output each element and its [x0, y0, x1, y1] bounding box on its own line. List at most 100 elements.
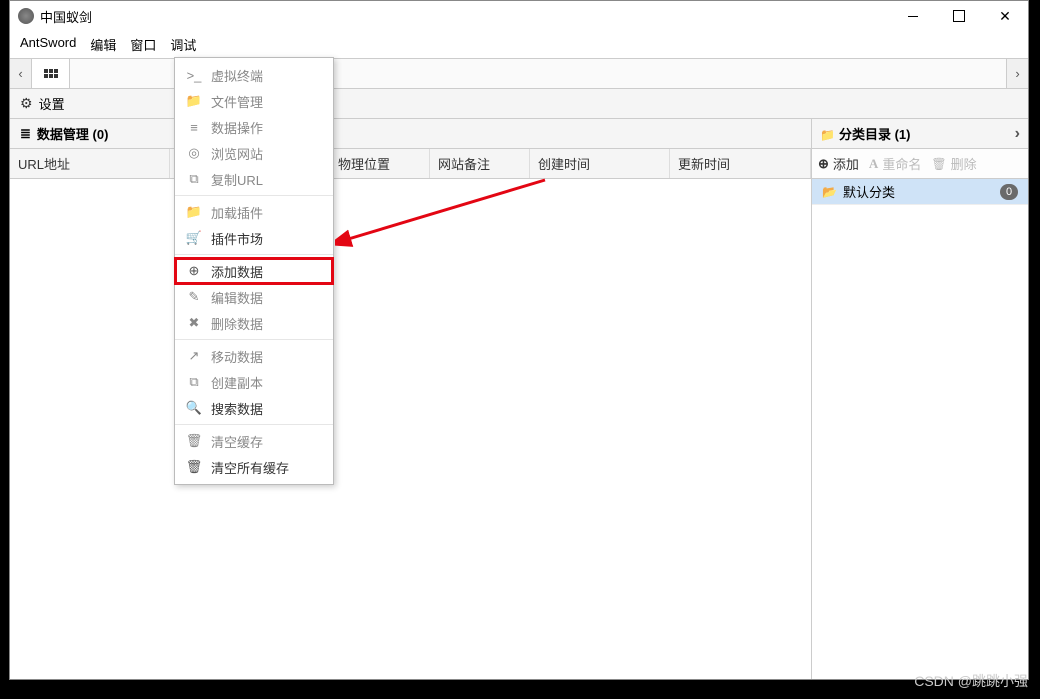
th-updated[interactable]: 更新时间 — [670, 149, 811, 178]
ctx-icon: 🔍 — [187, 400, 201, 416]
menu-window[interactable]: 窗口 — [130, 35, 156, 54]
ctx-icon: ⊕ — [187, 263, 201, 279]
ctx-icon: ↗ — [187, 348, 201, 364]
ctx-separator — [175, 254, 333, 255]
context-menu: >_ 虚拟终端 📁 文件管理 ≡ 数据操作 ◎ 浏览网站 ⧉ 复制URL 📁 加载插件 🛒 插件市场 ⊕ 添加… — [174, 57, 334, 485]
tabstrip: ‹ › — [10, 59, 1028, 89]
category-delete-button[interactable]: 删除 — [931, 154, 976, 173]
menu-edit[interactable]: 编辑 — [90, 35, 116, 54]
tab-home[interactable] — [32, 59, 70, 88]
rename-icon — [869, 156, 878, 172]
tab-scroll-left[interactable]: ‹ — [10, 59, 32, 88]
ctx-item-编辑数据[interactable]: ✎ 编辑数据 — [175, 284, 333, 310]
ctx-label: 复制URL — [211, 170, 263, 189]
gear-icon — [20, 95, 33, 112]
data-panel-title: 数据管理 (0) — [37, 124, 109, 143]
ctx-icon: ✖ — [187, 315, 201, 331]
category-item-label: 默认分类 — [843, 182, 895, 201]
ctx-item-文件管理[interactable]: 📁 文件管理 — [175, 88, 333, 114]
ctx-item-浏览网站[interactable]: ◎ 浏览网站 — [175, 140, 333, 166]
ctx-item-加载插件[interactable]: 📁 加载插件 — [175, 199, 333, 225]
category-toolbar: 添加 重命名 删除 — [812, 149, 1028, 179]
ctx-separator — [175, 424, 333, 425]
th-note[interactable]: 网站备注 — [430, 149, 530, 178]
watermark: CSDN @跳跳小强 — [914, 671, 1028, 691]
ctx-item-删除数据[interactable]: ✖ 删除数据 — [175, 310, 333, 336]
ctx-icon: ⧉ — [187, 171, 201, 187]
th-location[interactable]: 物理位置 — [330, 149, 430, 178]
ctx-icon: ✎ — [187, 289, 201, 305]
ctx-label: 编辑数据 — [211, 288, 263, 307]
list-icon — [20, 126, 37, 142]
ctx-item-清空缓存[interactable]: 🗑 清空缓存 — [175, 428, 333, 454]
settings-label: 设置 — [39, 94, 65, 113]
ctx-icon: 📁 — [187, 93, 201, 109]
menubar: AntSword 编辑 窗口 调试 — [10, 31, 1028, 59]
data-panel: 数据管理 (0) URL地址 IP地址 物理位置 网站备注 创建时间 更新时间 — [10, 119, 812, 679]
content-area: 数据管理 (0) URL地址 IP地址 物理位置 网站备注 创建时间 更新时间 … — [10, 119, 1028, 679]
ctx-item-搜索数据[interactable]: 🔍 搜索数据 — [175, 395, 333, 421]
category-item-default[interactable]: 默认分类 0 — [812, 179, 1028, 205]
ctx-label: 浏览网站 — [211, 144, 263, 163]
window-title: 中国蚁剑 — [40, 7, 92, 26]
ctx-label: 文件管理 — [211, 92, 263, 111]
ctx-icon: 🛒 — [187, 230, 201, 246]
settings-row[interactable]: 设置 — [10, 89, 1028, 119]
category-item-count: 0 — [1000, 184, 1018, 200]
ctx-label: 数据操作 — [211, 118, 263, 137]
ctx-icon: >_ — [187, 68, 201, 83]
table-header: URL地址 IP地址 物理位置 网站备注 创建时间 更新时间 — [10, 149, 811, 179]
app-window: 中国蚁剑 AntSword 编辑 窗口 调试 ‹ › 设置 数据管理 (0) — [9, 0, 1029, 680]
ctx-label: 插件市场 — [211, 229, 263, 248]
category-list: 默认分类 0 — [812, 179, 1028, 679]
th-url[interactable]: URL地址 — [10, 149, 170, 178]
tab-scroll-right[interactable]: › — [1006, 59, 1028, 88]
ctx-label: 加载插件 — [211, 203, 263, 222]
ctx-icon: ≡ — [187, 120, 201, 135]
ctx-item-插件市场[interactable]: 🛒 插件市场 — [175, 225, 333, 251]
ctx-label: 清空所有缓存 — [211, 458, 289, 477]
maximize-button[interactable] — [936, 1, 982, 31]
data-panel-header: 数据管理 (0) — [10, 119, 811, 149]
category-header[interactable]: 分类目录 (1) — [812, 119, 1028, 149]
th-created[interactable]: 创建时间 — [530, 149, 670, 178]
ctx-item-数据操作[interactable]: ≡ 数据操作 — [175, 114, 333, 140]
ctx-icon: ⧉ — [187, 374, 201, 390]
ctx-label: 创建副本 — [211, 373, 263, 392]
ctx-icon: 📁 — [187, 204, 201, 220]
ctx-label: 搜索数据 — [211, 399, 263, 418]
open-folder-icon — [822, 184, 843, 199]
menu-debug[interactable]: 调试 — [170, 35, 196, 54]
home-grid-icon — [44, 69, 58, 78]
ctx-label: 移动数据 — [211, 347, 263, 366]
ctx-label: 添加数据 — [211, 262, 263, 281]
window-controls — [890, 1, 1028, 31]
ctx-item-虚拟终端[interactable]: >_ 虚拟终端 — [175, 62, 333, 88]
ctx-separator — [175, 195, 333, 196]
ctx-item-复制URL[interactable]: ⧉ 复制URL — [175, 166, 333, 192]
ctx-label: 清空缓存 — [211, 432, 263, 451]
ctx-item-创建副本[interactable]: ⧉ 创建副本 — [175, 369, 333, 395]
ctx-icon: 🗑 — [187, 459, 201, 475]
category-rename-button[interactable]: 重命名 — [869, 154, 921, 173]
category-add-button[interactable]: 添加 — [818, 154, 859, 173]
ctx-item-移动数据[interactable]: ↗ 移动数据 — [175, 343, 333, 369]
table-body[interactable] — [10, 179, 811, 679]
folder-icon — [820, 127, 839, 142]
menu-antsword[interactable]: AntSword — [20, 35, 76, 54]
minimize-button[interactable] — [890, 1, 936, 31]
ctx-item-添加数据[interactable]: ⊕ 添加数据 — [175, 258, 333, 284]
ctx-label: 虚拟终端 — [211, 66, 263, 85]
category-panel: 分类目录 (1) 添加 重命名 删除 默认分类 0 — [812, 119, 1028, 679]
ctx-item-清空所有缓存[interactable]: 🗑 清空所有缓存 — [175, 454, 333, 480]
ctx-icon: 🗑 — [187, 433, 201, 449]
close-button[interactable] — [982, 1, 1028, 31]
ctx-label: 删除数据 — [211, 314, 263, 333]
category-title: 分类目录 (1) — [839, 127, 911, 142]
titlebar: 中国蚁剑 — [10, 1, 1028, 31]
ctx-icon: ◎ — [187, 145, 201, 161]
app-icon — [18, 8, 34, 24]
chevron-right-icon — [1015, 125, 1020, 143]
ctx-separator — [175, 339, 333, 340]
plus-circle-icon — [818, 156, 829, 172]
